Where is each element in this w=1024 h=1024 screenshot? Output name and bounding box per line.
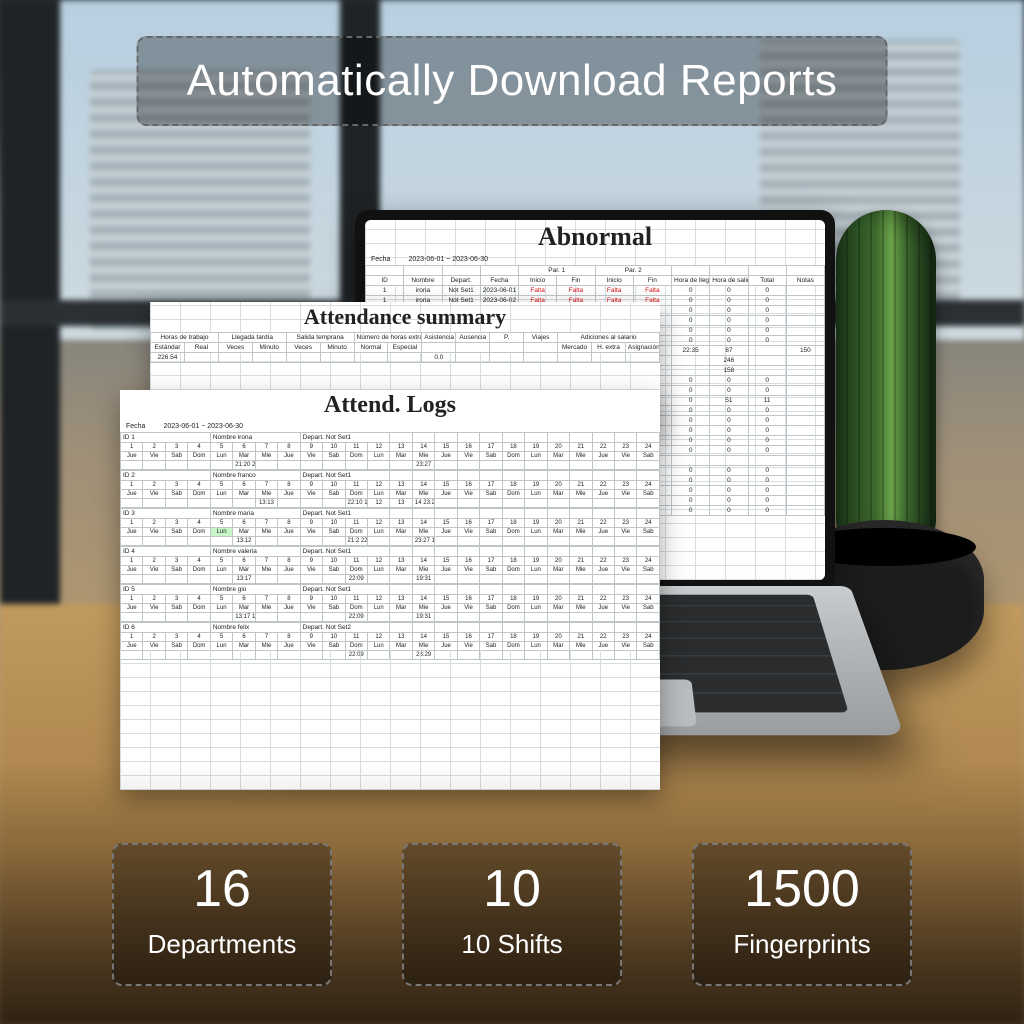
stats-row: 16 Departments 10 10 Shifts 1500 Fingerp… bbox=[0, 843, 1024, 986]
stat-value: 1500 bbox=[722, 863, 882, 915]
logs-title: Attend. Logs bbox=[120, 392, 660, 419]
cactus-plant bbox=[836, 210, 936, 550]
stat-label: 10 Shifts bbox=[432, 929, 592, 960]
log-block: ID 4Nombre valeriaDepart. Not Set1123456… bbox=[120, 546, 660, 584]
stat-shifts: 10 10 Shifts bbox=[402, 843, 622, 986]
stat-value: 16 bbox=[142, 863, 302, 915]
log-block: ID 1Nombre ironaDepart. Not Set112345678… bbox=[120, 432, 660, 470]
logs-fecha-label: Fecha bbox=[126, 423, 145, 430]
logs-fecha-range: 2023-06-01 ~ 2023-06-30 bbox=[163, 423, 243, 430]
logs-blocks: ID 1Nombre ironaDepart. Not Set112345678… bbox=[120, 432, 660, 660]
stat-fingerprints: 1500 Fingerprints bbox=[692, 843, 912, 986]
table-row: 226.540.0 bbox=[151, 353, 660, 363]
table-row: 1ironaNot Set12023-06-01FaltaFaltaFaltaF… bbox=[366, 286, 825, 296]
abnormal-fecha-label: Fecha bbox=[371, 256, 390, 263]
stat-label: Departments bbox=[142, 929, 302, 960]
summary-table: Horas de trabajoLlegada tardíaSalida tem… bbox=[150, 332, 660, 363]
promo-stage: Abnormal Fecha 2023-06-01 ~ 2023-06-30 P… bbox=[0, 0, 1024, 1024]
log-block: ID 3Nombre mariaDepart. Not Set112345678… bbox=[120, 508, 660, 546]
stat-departments: 16 Departments bbox=[112, 843, 332, 986]
log-block: ID 5Nombre gioDepart. Not Set11234567891… bbox=[120, 584, 660, 622]
stat-label: Fingerprints bbox=[722, 929, 882, 960]
summary-tbody: 226.540.0 bbox=[151, 353, 660, 363]
stat-value: 10 bbox=[432, 863, 592, 915]
headline-banner: Automatically Download Reports bbox=[137, 36, 888, 126]
abnormal-thead: Par. 1Par. 2IDNombreDepart.FechaInicioFi… bbox=[366, 266, 825, 286]
summary-thead: Horas de trabajoLlegada tardíaSalida tem… bbox=[151, 333, 660, 353]
summary-title: Attendance summary bbox=[150, 304, 660, 330]
report-attend-logs: Attend. Logs Fecha 2023-06-01 ~ 2023-06-… bbox=[120, 390, 660, 790]
report-abnormal-title: Abnormal bbox=[365, 222, 825, 252]
headline-text: Automatically Download Reports bbox=[187, 56, 838, 105]
log-block: ID 2Nombre francoDepart. Not Set11234567… bbox=[120, 470, 660, 508]
abnormal-fecha-range: 2023-06-01 ~ 2023-06-30 bbox=[408, 256, 488, 263]
